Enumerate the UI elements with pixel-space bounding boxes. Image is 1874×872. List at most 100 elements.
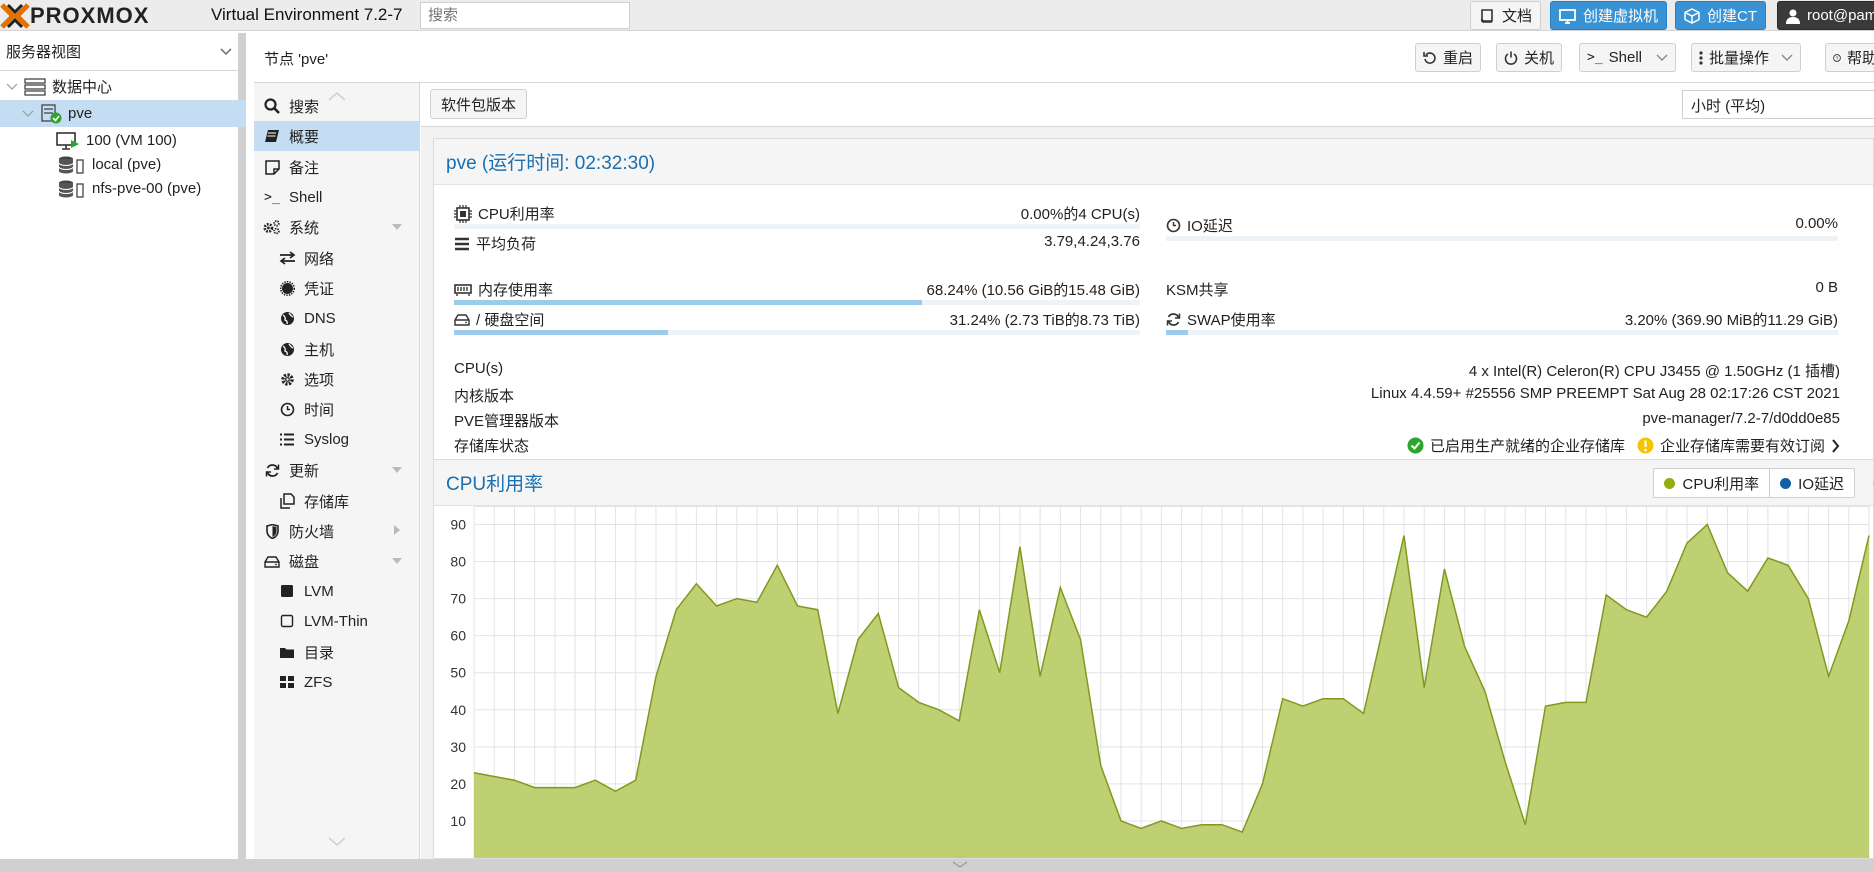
menu-item-15[interactable]: 磁盘: [254, 546, 420, 576]
chevron-down-icon: [1656, 54, 1668, 61]
search-input[interactable]: [420, 2, 630, 29]
menu-item-9[interactable]: 选项: [254, 364, 420, 394]
reboot-label: 重启: [1443, 50, 1474, 67]
menu-item-label: LVM-Thin: [304, 612, 368, 630]
menu-item-17[interactable]: LVM-Thin: [254, 606, 420, 636]
pve-manager-value: pve-manager/7.2-7/d0dd0e85: [1642, 410, 1840, 427]
menu-item-8[interactable]: 主机: [254, 334, 420, 364]
exchange-icon: [278, 249, 296, 267]
th-large-icon: [278, 673, 296, 691]
menu-item-label: 更新: [289, 462, 320, 480]
menu-item-19[interactable]: ZFS: [254, 667, 420, 697]
collapse-caret-icon[interactable]: [394, 525, 400, 535]
list-icon: [278, 430, 296, 448]
menu-item-5[interactable]: 网络: [254, 243, 420, 273]
tree-item-datacenter[interactable]: 数据中心: [6, 73, 244, 100]
menu-item-label: 磁盘: [289, 553, 320, 571]
create-vm-button[interactable]: 创建虚拟机: [1550, 1, 1668, 30]
bottom-splitter[interactable]: [0, 859, 1874, 872]
menu-item-10[interactable]: 时间: [254, 394, 420, 424]
chevron-down-icon: [220, 47, 232, 55]
legend-dot: [1664, 477, 1676, 489]
legend-item-io[interactable]: IO延迟: [1770, 469, 1854, 497]
package-versions-button[interactable]: 软件包版本: [430, 89, 528, 119]
ksm-sharing-stat: KSM共享 0 B: [1166, 275, 1838, 305]
menu-item-label: LVM: [304, 582, 334, 600]
menu-item-label: 选项: [304, 371, 335, 389]
menu-item-7[interactable]: DNS: [254, 303, 420, 333]
check-circle-icon: [1407, 437, 1424, 454]
menu-item-label: 防火墙: [289, 523, 335, 541]
tree-item-pve[interactable]: pve: [0, 100, 246, 127]
cpu-chart-panel: CPU利用率 CPU利用率 IO延迟 10 20 30 40 50 60 70 80 90: [433, 459, 1874, 859]
bulk-actions-button[interactable]: 批量操作: [1691, 43, 1802, 72]
summary-content: 软件包版本 小时 (平均) pve (运行时间: 02:32:30) CPU利用…: [421, 83, 1874, 859]
reboot-button[interactable]: 重启: [1415, 43, 1482, 72]
globe-icon: [278, 309, 296, 327]
repo-ok-text: 已启用生产就绪的企业存储库: [1429, 438, 1625, 455]
tree-item-vm-100[interactable]: 100 (VM 100): [56, 127, 177, 154]
menu-item-11[interactable]: Syslog: [254, 424, 420, 454]
repository-status-value[interactable]: 已启用生产就绪的企业存储库 企业存储库需要有效订阅: [1407, 435, 1840, 456]
docs-label: 文档: [1502, 8, 1533, 25]
y-tick-label: 70: [450, 591, 466, 607]
cpu-model-row: CPU(s) 4 x Intel(R) Celeron(R) CPU J3455…: [454, 357, 1840, 383]
cpu-usage-value: 0.00%的4 CPU(s): [1020, 206, 1140, 223]
io-delay-stat: IO延迟 0.00%: [1166, 211, 1838, 241]
disk-usage-fill: [454, 330, 669, 335]
view-selector[interactable]: 服务器视图: [0, 33, 238, 71]
square-outline-icon: [278, 612, 296, 630]
menu-item-1[interactable]: 概要: [254, 121, 420, 151]
clock-icon: [278, 400, 296, 418]
menu-item-label: 凭证: [304, 280, 335, 298]
menu-item-6[interactable]: 凭证: [254, 273, 420, 303]
shutdown-button[interactable]: 关机: [1496, 43, 1563, 72]
expand-arrow-icon: [6, 83, 18, 90]
expand-caret-icon[interactable]: [392, 467, 402, 473]
expand-caret-icon[interactable]: [392, 558, 402, 564]
y-tick-label: 80: [450, 554, 466, 570]
help-button[interactable]: ? 帮助: [1825, 43, 1874, 72]
legend-item-cpu[interactable]: CPU利用率: [1654, 469, 1771, 497]
menu-item-16[interactable]: LVM: [254, 576, 420, 606]
expand-caret-icon[interactable]: [392, 224, 402, 230]
user-icon: [1786, 9, 1800, 24]
gear-icon: [278, 370, 296, 388]
legend-label: CPU利用率: [1682, 475, 1760, 493]
menu-item-2[interactable]: 备注: [254, 152, 420, 182]
repo-warning-text: 企业存储库需要有效订阅: [1659, 438, 1825, 455]
menu-item-13[interactable]: 存储库: [254, 486, 420, 516]
menu-item-18[interactable]: 目录: [254, 637, 420, 667]
y-tick-label: 30: [450, 739, 466, 755]
user-menu-button[interactable]: root@pam: [1777, 1, 1874, 30]
menu-item-label: DNS: [304, 309, 336, 327]
shell-label: Shell: [1608, 49, 1643, 66]
timeframe-select[interactable]: 小时 (平均): [1682, 90, 1874, 119]
docs-button[interactable]: 文档: [1470, 1, 1542, 30]
y-tick-label: 10: [450, 813, 466, 829]
chart-legend: CPU利用率 IO延迟: [1653, 468, 1855, 498]
shell-button[interactable]: >_ Shell: [1579, 43, 1677, 72]
power-icon: [1504, 51, 1518, 65]
kernel-version-value: Linux 4.4.59+ #25556 SMP PREEMPT Sat Aug…: [1370, 385, 1840, 402]
tree-item-nfs[interactable]: nfs-pve-00 (pve): [58, 175, 201, 202]
ellipsis-v-icon: [1699, 50, 1703, 65]
legend-label: IO延迟: [1798, 475, 1844, 493]
proxmox-brand: PROXMOX: [30, 3, 150, 28]
legend-dot: [1780, 477, 1792, 489]
tree-item-local[interactable]: local (pve): [58, 151, 161, 178]
menu-item-4[interactable]: 系统: [254, 212, 420, 242]
menu-item-14[interactable]: 防火墙: [254, 516, 420, 546]
menu-item-0[interactable]: 搜索: [254, 91, 420, 121]
create-ct-button[interactable]: 创建CT: [1675, 1, 1766, 30]
memory-icon: [454, 283, 472, 296]
menu-item-label: 系统: [289, 219, 320, 237]
note-icon: [263, 158, 281, 176]
svg-text:?: ?: [1836, 56, 1839, 62]
swap-usage-value: 3.20% (369.90 MiB的11.29 GiB): [1624, 312, 1838, 329]
menu-item-label: Shell: [289, 188, 323, 206]
files-icon: [278, 492, 296, 510]
cogs-icon: [263, 218, 281, 236]
menu-item-3[interactable]: >_ Shell: [254, 182, 420, 212]
menu-item-12[interactable]: 更新: [254, 455, 420, 485]
